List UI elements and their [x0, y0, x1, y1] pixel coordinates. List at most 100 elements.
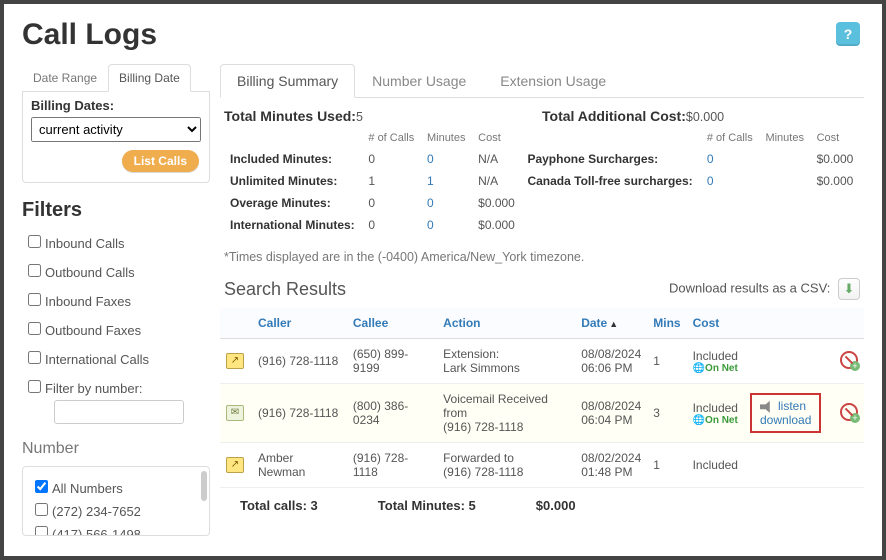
- filter-label: Filter by number:: [45, 381, 143, 396]
- col-mins-right: Minutes: [759, 128, 810, 148]
- summary-row-label: Payphone Surcharges:: [521, 148, 700, 170]
- col-calls: # of Calls: [362, 128, 421, 148]
- call-direction-icon: ↗: [226, 353, 244, 369]
- tab-extension-usage[interactable]: Extension Usage: [483, 64, 623, 98]
- summary-calls[interactable]: 0: [362, 192, 421, 214]
- col-caller[interactable]: Caller: [252, 308, 347, 339]
- filter-checkbox[interactable]: [28, 293, 41, 306]
- help-button[interactable]: ?: [836, 22, 860, 46]
- action-cell: Extension:Lark Simmons: [437, 339, 575, 384]
- caller-cell: Amber Newman: [252, 443, 347, 488]
- date-cell: 08/08/202406:04 PM: [575, 384, 647, 443]
- total-cost-label: Total Additional Cost:: [542, 108, 686, 124]
- summary-mins: [759, 148, 810, 170]
- summary-row-label: Unlimited Minutes:: [224, 170, 362, 192]
- summary-row-label: Overage Minutes:: [224, 192, 362, 214]
- number-item: All Numbers: [31, 477, 201, 496]
- tab-billing-date[interactable]: Billing Date: [108, 64, 191, 92]
- number-checkbox[interactable]: [35, 526, 48, 536]
- caller-cell: (916) 728-1118: [252, 339, 347, 384]
- block-icon[interactable]: +: [840, 351, 858, 369]
- col-mins: Minutes: [421, 128, 472, 148]
- cost-cell: Included🌐On Net: [687, 339, 744, 384]
- summary-calls[interactable]: 0: [701, 170, 760, 192]
- filter-checkbox[interactable]: [28, 380, 41, 393]
- sort-asc-icon: ▲: [609, 319, 618, 329]
- billing-dates-label: Billing Dates:: [31, 98, 114, 113]
- summary-cost: $0.000: [472, 214, 521, 236]
- caller-cell: (916) 728-1118: [252, 384, 347, 443]
- filter-item: Inbound Faxes: [24, 290, 208, 309]
- total-cost-value: $0.000: [686, 110, 724, 124]
- total-minutes: Total Minutes: 5: [378, 498, 476, 513]
- tab-date-range[interactable]: Date Range: [22, 64, 108, 92]
- filter-label: Inbound Faxes: [45, 294, 131, 309]
- mins-cell: 3: [647, 384, 686, 443]
- summary-mins: [759, 170, 810, 192]
- mins-cell: 1: [647, 339, 686, 384]
- onnet-badge: 🌐On Net: [693, 363, 738, 374]
- total-calls: Total calls: 3: [240, 498, 318, 513]
- number-checkbox[interactable]: [35, 480, 48, 493]
- col-cost[interactable]: Cost: [687, 308, 744, 339]
- number-list: All Numbers (272) 234-7652 (417) 566-1498: [22, 466, 210, 536]
- col-cost: Cost: [472, 128, 521, 148]
- call-direction-icon: ↗: [226, 457, 244, 473]
- summary-calls[interactable]: 0: [701, 148, 760, 170]
- col-mins[interactable]: Mins: [647, 308, 686, 339]
- sidebar: Date Range Billing Date Billing Dates: c…: [22, 64, 210, 536]
- table-row: ✉(916) 728-1118(800) 386-0234Voicemail R…: [220, 384, 864, 443]
- date-cell: 08/02/202401:48 PM: [575, 443, 647, 488]
- col-action[interactable]: Action: [437, 308, 575, 339]
- number-checkbox[interactable]: [35, 503, 48, 516]
- summary-calls[interactable]: 0: [362, 214, 421, 236]
- summary-cost: N/A: [472, 148, 521, 170]
- billing-dates-select[interactable]: current activity: [31, 117, 201, 142]
- page-title: Call Logs: [22, 18, 864, 52]
- summary-cost: $0.000: [811, 148, 860, 170]
- summary-calls[interactable]: 1: [362, 170, 421, 192]
- filters-heading: Filters: [22, 199, 210, 222]
- table-row: ↗Amber Newman(916) 728-1118Forwarded to(…: [220, 443, 864, 488]
- timezone-note: *Times displayed are in the (-0400) Amer…: [224, 250, 860, 264]
- summary-cost: $0.000: [472, 192, 521, 214]
- col-date[interactable]: Date▲: [575, 308, 647, 339]
- block-icon[interactable]: +: [840, 403, 858, 421]
- call-direction-icon: ✉: [226, 405, 244, 421]
- filter-number-input[interactable]: [54, 400, 184, 424]
- summary-mins[interactable]: 1: [421, 170, 472, 192]
- filter-checkbox[interactable]: [28, 322, 41, 335]
- filter-checkbox[interactable]: [28, 351, 41, 364]
- voicemail-actions: listendownload: [750, 393, 821, 433]
- summary-mins[interactable]: 0: [421, 214, 472, 236]
- table-row: ↗(916) 728-1118(650) 899-9199Extension:L…: [220, 339, 864, 384]
- summary-row-label: Included Minutes:: [224, 148, 362, 170]
- list-calls-button[interactable]: List Calls: [122, 150, 199, 172]
- tab-billing-summary[interactable]: Billing Summary: [220, 64, 355, 98]
- summary-mins[interactable]: 0: [421, 192, 472, 214]
- listen-link[interactable]: listen: [760, 399, 811, 413]
- filter-checkbox[interactable]: [28, 264, 41, 277]
- date-cell: 08/08/202406:06 PM: [575, 339, 647, 384]
- summary-mins[interactable]: 0: [421, 148, 472, 170]
- search-results-heading: Search Results: [224, 279, 346, 300]
- filter-label: International Calls: [45, 352, 149, 367]
- summary-calls[interactable]: 0: [362, 148, 421, 170]
- speaker-icon: [760, 401, 774, 413]
- action-cell: Voicemail Received from(916) 728-1118: [437, 384, 575, 443]
- filter-item: Outbound Calls: [24, 261, 208, 280]
- summary-row-label: Canada Toll-free surcharges:: [521, 170, 700, 192]
- summary-row-label: International Minutes:: [224, 214, 362, 236]
- total-minutes-value: 5: [356, 110, 363, 124]
- scrollbar[interactable]: [201, 471, 207, 501]
- onnet-badge: 🌐On Net: [693, 415, 738, 426]
- col-callee[interactable]: Callee: [347, 308, 437, 339]
- download-link[interactable]: download: [760, 413, 811, 427]
- number-label: (272) 234-7652: [52, 504, 141, 519]
- download-csv-icon[interactable]: ⬇: [838, 278, 860, 300]
- tab-number-usage[interactable]: Number Usage: [355, 64, 483, 98]
- number-heading: Number: [22, 440, 210, 458]
- download-csv-label: Download results as a CSV:: [669, 280, 830, 295]
- filter-checkbox[interactable]: [28, 235, 41, 248]
- number-label: (417) 566-1498: [52, 527, 141, 536]
